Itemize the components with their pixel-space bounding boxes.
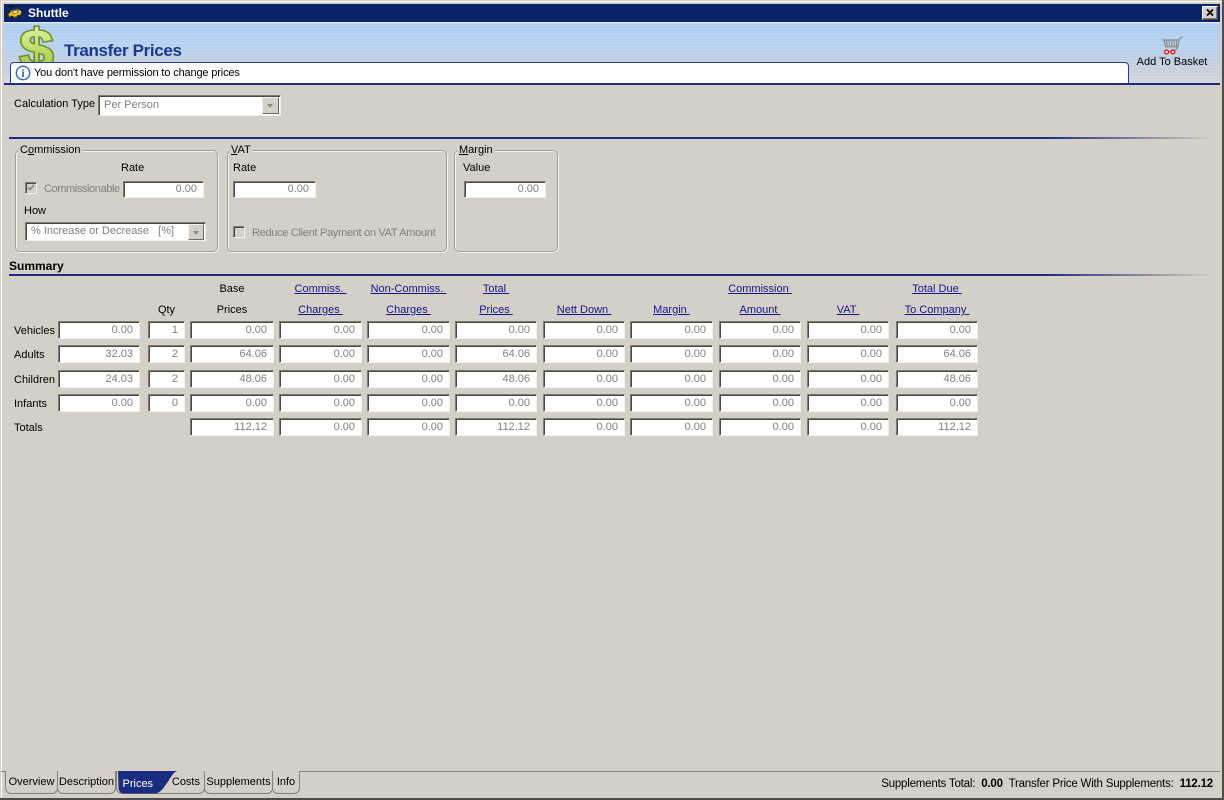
svg-text:Prices: Prices (123, 778, 154, 790)
